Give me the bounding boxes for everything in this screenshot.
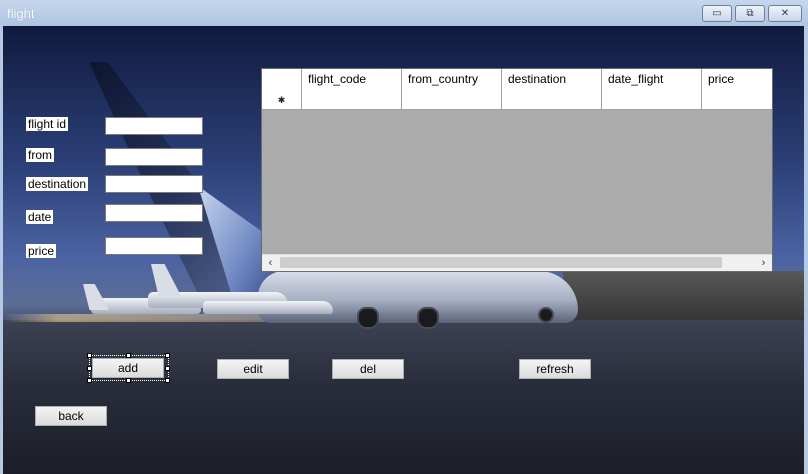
resize-handle[interactable] xyxy=(87,378,92,383)
maximize-icon: ⧉ xyxy=(746,7,754,19)
minimize-icon: ▭ xyxy=(712,7,722,19)
window-title: flight xyxy=(7,6,35,21)
resize-handle[interactable] xyxy=(165,366,170,371)
date-field[interactable] xyxy=(105,204,203,222)
resize-handle[interactable] xyxy=(165,353,170,358)
background-landing-gear xyxy=(357,307,379,329)
grid-cell[interactable] xyxy=(702,90,772,110)
flight-id-field[interactable] xyxy=(105,117,203,135)
add-button[interactable]: add xyxy=(92,358,164,378)
scroll-thumb[interactable] xyxy=(280,257,722,268)
grid-cell[interactable] xyxy=(502,90,602,110)
scroll-left-icon[interactable]: ‹ xyxy=(262,255,279,271)
title-bar: flight ▭ ⧉ ✕ xyxy=(0,0,808,27)
close-button[interactable]: ✕ xyxy=(768,5,802,22)
from-field[interactable] xyxy=(105,148,203,166)
price-label: price xyxy=(26,244,57,258)
grid-corner-cell[interactable] xyxy=(262,69,302,90)
resize-handle[interactable] xyxy=(165,378,170,383)
date-label: date xyxy=(26,210,54,224)
background-landing-gear xyxy=(538,307,554,323)
scroll-right-icon[interactable]: › xyxy=(755,255,772,271)
column-header-flight-code[interactable]: flight_code xyxy=(302,69,402,90)
grid-new-row[interactable]: ✱ xyxy=(262,90,772,110)
column-header-date-flight[interactable]: date_flight xyxy=(602,69,702,90)
flight-id-label: flight id xyxy=(26,117,69,131)
column-header-price[interactable]: price xyxy=(702,69,772,90)
grid-header-row: flight_code from_country destination dat… xyxy=(262,69,772,91)
minimize-button[interactable]: ▭ xyxy=(702,5,732,22)
close-icon: ✕ xyxy=(780,7,790,19)
from-label: from xyxy=(26,148,54,162)
destination-label: destination xyxy=(26,177,89,191)
grid-cell[interactable] xyxy=(302,90,402,110)
edit-button[interactable]: edit xyxy=(217,359,289,379)
delete-button[interactable]: del xyxy=(332,359,404,379)
background-small-plane-tail xyxy=(83,284,109,310)
maximize-button[interactable]: ⧉ xyxy=(735,5,765,22)
grid-cell[interactable] xyxy=(602,90,702,110)
window-border-right xyxy=(804,26,808,474)
column-header-from-country[interactable]: from_country xyxy=(402,69,502,90)
destination-field[interactable] xyxy=(105,175,203,193)
background-tarmac xyxy=(3,320,804,474)
grid-horizontal-scrollbar[interactable]: ‹ › xyxy=(262,254,772,271)
refresh-button[interactable]: refresh xyxy=(519,359,591,379)
resize-handle[interactable] xyxy=(126,378,131,383)
flights-data-grid[interactable]: flight_code from_country destination dat… xyxy=(261,68,773,272)
price-field[interactable] xyxy=(105,237,203,255)
back-button[interactable]: back xyxy=(35,406,107,426)
column-header-destination[interactable]: destination xyxy=(502,69,602,90)
new-row-icon[interactable]: ✱ xyxy=(262,90,302,110)
background-landing-gear xyxy=(417,307,439,329)
background-small-plane xyxy=(203,301,333,314)
form-client-area: flight id from destination date price fl… xyxy=(3,26,804,474)
grid-cell[interactable] xyxy=(402,90,502,110)
